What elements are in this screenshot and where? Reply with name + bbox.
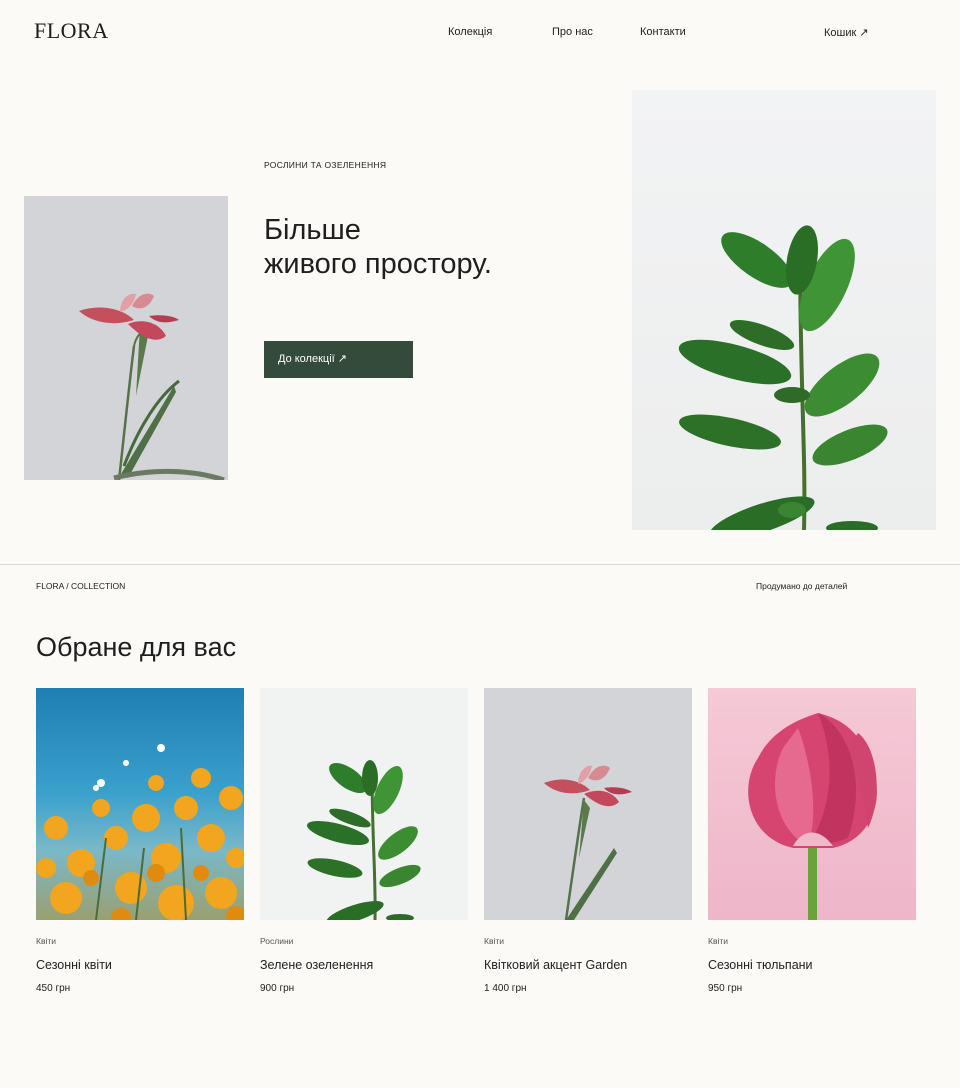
product-category: Квіти <box>708 936 728 946</box>
product-card[interactable]: Квіти Сезонні квіти 450 грн <box>36 688 244 994</box>
product-name[interactable]: Зелене озеленення <box>260 958 468 974</box>
product-price: 1 400 грн <box>484 983 527 994</box>
product-image[interactable] <box>708 688 916 920</box>
hero-title-line-2: живого простору. <box>264 248 492 280</box>
product-card[interactable]: Рослини Зелене озеленення 900 грн <box>260 688 468 994</box>
cart-link[interactable]: Кошик ↗ <box>824 26 869 39</box>
product-price: 950 грн <box>708 983 743 994</box>
brand-logo[interactable]: FLORA <box>34 18 109 44</box>
section-divider <box>0 564 960 565</box>
hero-flower-image <box>24 196 228 480</box>
product-name[interactable]: Квітковий акцент Garden <box>484 958 692 974</box>
product-price: 450 грн <box>36 983 71 994</box>
hero-plant-image <box>632 90 936 530</box>
hero-title: Більше живого простору. <box>264 213 492 281</box>
hero-title-line-1: Більше <box>264 214 361 246</box>
product-price: 900 грн <box>260 983 295 994</box>
product-card[interactable]: Квіти Квітковий акцент Garden 1 400 грн <box>484 688 692 994</box>
product-category: Рослини <box>260 936 294 946</box>
product-image[interactable] <box>36 688 244 920</box>
breadcrumb: FLORA / COLLECTION <box>36 581 126 591</box>
nav-link-contacts[interactable]: Контакти <box>640 26 686 38</box>
tagline: Продумано до деталей <box>756 581 848 591</box>
product-image[interactable] <box>260 688 468 920</box>
product-card[interactable]: Квіти Сезонні тюльпани 950 грн <box>708 688 916 994</box>
go-to-collection-button[interactable]: До колекції ↗ <box>264 341 413 378</box>
product-image[interactable] <box>484 688 692 920</box>
product-category: Квіти <box>484 936 504 946</box>
product-name[interactable]: Сезонні тюльпани <box>708 958 916 974</box>
featured-section-title: Обране для вас <box>36 632 237 662</box>
hero-eyebrow: РОСЛИНИ ТА ОЗЕЛЕНЕННЯ <box>264 160 387 170</box>
product-name[interactable]: Сезонні квіти <box>36 958 244 974</box>
nav-link-collection[interactable]: Колекція <box>448 26 492 38</box>
nav-link-about[interactable]: Про нас <box>552 26 593 38</box>
product-category: Квіти <box>36 936 56 946</box>
